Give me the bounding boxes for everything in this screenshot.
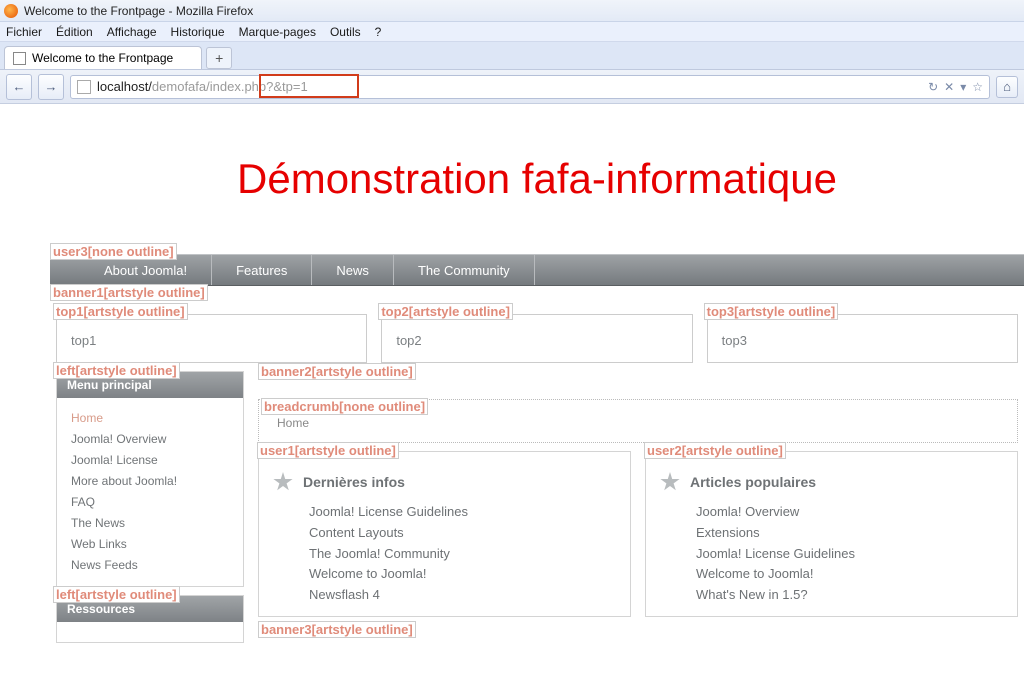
user1-heading: Dernières infos [273,472,616,492]
site-identity-icon[interactable] [77,80,91,94]
list-item[interactable]: Welcome to Joomla! [309,564,616,585]
list-item[interactable]: Newsflash 4 [309,585,616,606]
user2-box: user2[artstyle outline] Articles populai… [645,451,1018,617]
label-banner2: banner2[artstyle outline] [258,363,416,380]
label-top2: top2[artstyle outline] [378,303,513,320]
menu-item-faq[interactable]: FAQ [71,492,229,513]
label-top3: top3[artstyle outline] [704,303,839,320]
label-user1: user1[artstyle outline] [257,442,399,459]
list-item[interactable]: Joomla! License Guidelines [696,544,1003,565]
label-banner1: banner1[artstyle outline] [50,284,208,301]
user-row: user1[artstyle outline] Dernières infos … [258,451,1018,617]
label-left: left[artstyle outline] [53,362,180,379]
menu-fichier[interactable]: Fichier [6,25,42,39]
url-bar[interactable]: localhost/demofafa/index.php?&tp=1 ↻ ✕ ▾… [70,75,990,99]
tab-title: Welcome to the Frontpage [32,51,173,65]
list-item[interactable]: Content Layouts [309,523,616,544]
nav-news[interactable]: News [312,255,394,285]
menu-item-overview[interactable]: Joomla! Overview [71,429,229,450]
top2-box: top2[artstyle outline] top2 [381,314,692,363]
stop-icon[interactable]: ✕ [944,80,954,94]
user2-list: Joomla! Overview Extensions Joomla! Lice… [660,502,1003,606]
firefox-icon [4,4,18,18]
label-left2: left[artstyle outline] [53,586,180,603]
top1-box: top1[artstyle outline] top1 [56,314,367,363]
user2-title: Articles populaires [690,474,816,490]
page-viewport: Démonstration fafa-informatique ↖ user3[… [0,104,1024,699]
site-title: Démonstration fafa-informatique [237,155,837,203]
nav-features[interactable]: Features [212,255,312,285]
top1-content: top1 [71,333,352,348]
refresh-icon[interactable]: ↻ [928,80,938,94]
menu-historique[interactable]: Historique [171,25,225,39]
top-row: top1[artstyle outline] top1 top2[artstyl… [50,304,1024,371]
url-text: localhost/demofafa/index.php?&tp=1 [97,79,308,94]
browser-tab[interactable]: Welcome to the Frontpage [4,46,202,69]
forward-button[interactable]: → [38,74,64,100]
burst-icon [273,472,293,492]
list-item[interactable]: Joomla! License Guidelines [309,502,616,523]
breadcrumb-home[interactable]: Home [277,416,999,430]
menu-affichage[interactable]: Affichage [107,25,157,39]
user2-heading: Articles populaires [660,472,1003,492]
new-tab-button[interactable]: + [206,47,232,69]
mid-column: banner2[artstyle outline] breadcrumb[non… [258,371,1018,643]
label-top1: top1[artstyle outline] [53,303,188,320]
list-item[interactable]: Welcome to Joomla! [696,564,1003,585]
menu-item-home[interactable]: Home [71,408,229,429]
menu-item-news[interactable]: The News [71,513,229,534]
list-item[interactable]: Joomla! Overview [696,502,1003,523]
left-column: left[artstyle outline] Menu principal Ho… [56,371,244,643]
user1-list: Joomla! License Guidelines Content Layou… [273,502,616,606]
label-banner3: banner3[artstyle outline] [258,621,416,638]
window-title: Welcome to the Frontpage - Mozilla Firef… [24,4,253,18]
user1-title: Dernières infos [303,474,405,490]
burst-icon [660,472,680,492]
back-button[interactable]: ← [6,74,32,100]
menu-marquepages[interactable]: Marque-pages [239,25,316,39]
top2-content: top2 [396,333,677,348]
nav-community[interactable]: The Community [394,255,535,285]
home-button[interactable]: ⌂ [996,76,1018,98]
menu-edition[interactable]: Édition [56,25,93,39]
main-nav: user3[none outline] About Joomla! Featur… [50,254,1024,286]
list-item[interactable]: The Joomla! Community [309,544,616,565]
breadcrumb-box: breadcrumb[none outline] Home [258,399,1018,443]
page-icon [13,52,26,65]
list-item[interactable]: What's New in 1.5? [696,585,1003,606]
tab-strip: Welcome to the Frontpage + [0,42,1024,70]
label-user2: user2[artstyle outline] [644,442,786,459]
menu-item-more[interactable]: More about Joomla! [71,471,229,492]
main-row: left[artstyle outline] Menu principal Ho… [50,371,1024,643]
nav-bar: ← → localhost/demofafa/index.php?&tp=1 ↻… [0,70,1024,104]
menu-item-license[interactable]: Joomla! License [71,450,229,471]
banner1-row: banner1[artstyle outline] [50,286,1024,304]
label-user3: user3[none outline] [50,243,177,260]
ressources-module: left[artstyle outline] Ressources [56,595,244,643]
menu-item-newsfeeds[interactable]: News Feeds [71,555,229,576]
window-titlebar: Welcome to the Frontpage - Mozilla Firef… [0,0,1024,22]
list-item[interactable]: Extensions [696,523,1003,544]
bookmark-star-icon[interactable]: ☆ [972,80,983,94]
top3-box: top3[artstyle outline] top3 [707,314,1018,363]
url-dropdown-icon[interactable]: ▾ [960,80,966,94]
site-header: Démonstration fafa-informatique [50,104,1024,254]
menu-principal-module: left[artstyle outline] Menu principal Ho… [56,371,244,587]
user1-box: user1[artstyle outline] Dernières infos … [258,451,631,617]
menu-bar: Fichier Édition Affichage Historique Mar… [0,22,1024,42]
menu-outils[interactable]: Outils [330,25,361,39]
label-breadcrumb: breadcrumb[none outline] [261,398,428,415]
menu-help[interactable]: ? [375,25,382,39]
top3-content: top3 [722,333,1003,348]
menu-item-weblinks[interactable]: Web Links [71,534,229,555]
menu-principal-list: Home Joomla! Overview Joomla! License Mo… [71,408,229,576]
